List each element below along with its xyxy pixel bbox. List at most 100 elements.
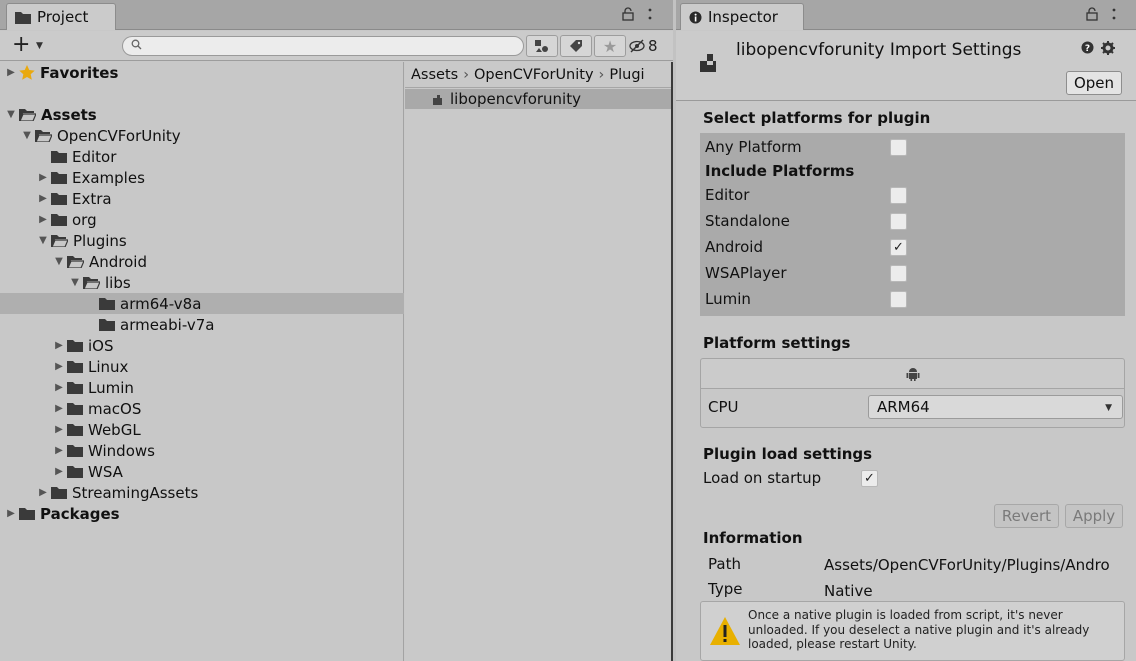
tree-item-webgl[interactable]: ▶ WebGL (0, 419, 404, 440)
tree-item-libs[interactable]: ▼ libs (0, 272, 404, 293)
tree-item-android[interactable]: ▼ Android (0, 251, 404, 272)
tree-item-org[interactable]: ▶ org (0, 209, 404, 230)
folder-icon (15, 11, 31, 24)
platform-checkbox-standalone[interactable] (890, 213, 907, 230)
apply-button[interactable]: Apply (1065, 504, 1123, 528)
tree-item-label: Lumin (88, 378, 134, 397)
tree-item-packages[interactable]: ▶ Packages (0, 503, 404, 524)
expanded-arrow-icon[interactable]: ▼ (53, 256, 65, 267)
tree-item-label: org (72, 210, 97, 229)
hidden-packages-toggle[interactable]: 8 (628, 37, 658, 55)
breadcrumb-item[interactable]: Plugi (609, 67, 644, 83)
folder-icon (99, 318, 115, 331)
collapsed-arrow-icon[interactable]: ▶ (53, 340, 65, 351)
any-platform-row: Any Platform (705, 136, 802, 158)
platform-settings-title: Platform settings (703, 334, 851, 352)
info-icon (689, 11, 702, 23)
tree-item-wsa[interactable]: ▶ WSA (0, 461, 404, 482)
tree-item-opencvforunity[interactable]: ▼ OpenCVForUnity (0, 125, 404, 146)
collapsed-arrow-icon[interactable]: ▶ (37, 172, 49, 183)
folder-icon (67, 465, 83, 478)
path-label: Path (708, 555, 741, 573)
tree-item-windows[interactable]: ▶ Windows (0, 440, 404, 461)
tree-item-assets[interactable]: ▼ Assets (0, 104, 404, 125)
select-platforms-title: Select platforms for plugin (703, 109, 931, 127)
tree-item-label: armeabi-v7a (120, 315, 215, 334)
platform-checkbox-wsaplayer[interactable] (890, 265, 907, 282)
tab-project[interactable]: Project (6, 3, 116, 30)
platform-label: WSAPlayer (705, 264, 787, 282)
project-toolbar: + ▼ ★ 8 (0, 31, 673, 61)
folder-icon (51, 192, 67, 205)
tree-item-arm64-v8a[interactable]: ▶arm64-v8a (0, 293, 404, 314)
expanded-arrow-icon[interactable]: ▼ (69, 277, 81, 288)
platform-label: Standalone (705, 212, 790, 230)
folder-open-icon (19, 108, 36, 121)
help-icon[interactable]: ? (1081, 41, 1094, 55)
tree-item-examples[interactable]: ▶ Examples (0, 167, 404, 188)
any-platform-checkbox[interactable] (890, 139, 907, 156)
platform-checkbox-lumin[interactable] (890, 291, 907, 308)
asset-item-libopencvforunity[interactable]: libopencvforunity (405, 89, 671, 109)
platform-checkbox-android[interactable]: ✓ (890, 239, 907, 256)
breadcrumb-item[interactable]: OpenCVForUnity (474, 67, 594, 83)
collapsed-arrow-icon[interactable]: ▶ (53, 361, 65, 372)
open-button[interactable]: Open (1066, 71, 1122, 95)
breadcrumb-item[interactable]: Assets (411, 67, 458, 83)
collapsed-arrow-icon[interactable]: ▶ (5, 508, 17, 519)
collapsed-arrow-icon[interactable]: ▶ (37, 193, 49, 204)
expanded-arrow-icon[interactable]: ▼ (5, 109, 17, 120)
folder-icon (51, 213, 67, 226)
revert-button[interactable]: Revert (994, 504, 1059, 528)
platform-label: Android (705, 238, 763, 256)
platform-tab-android[interactable] (701, 359, 1124, 389)
collapsed-arrow-icon[interactable]: ▶ (53, 403, 65, 414)
collapsed-arrow-icon[interactable]: ▶ (53, 445, 65, 456)
collapsed-arrow-icon[interactable]: ▶ (37, 487, 49, 498)
load-on-startup-checkbox[interactable]: ✓ (861, 470, 878, 487)
include-platforms-title: Include Platforms (705, 160, 854, 182)
kebab-menu-icon[interactable] (1112, 7, 1116, 21)
platform-checkbox-editor[interactable] (890, 187, 907, 204)
folder-icon (67, 339, 83, 352)
tree-item-ios[interactable]: ▶ iOS (0, 335, 404, 356)
project-folder-tree: ▶Favorites▼Assets▼OpenCVForUnity▶Editor▶… (0, 62, 404, 661)
collapsed-arrow-icon[interactable]: ▶ (37, 214, 49, 225)
tree-item-extra[interactable]: ▶ Extra (0, 188, 404, 209)
create-plus-icon[interactable]: + (12, 34, 30, 56)
gear-icon[interactable] (1101, 41, 1115, 55)
create-dropdown-arrow-icon[interactable]: ▼ (36, 41, 43, 51)
tree-item-macos[interactable]: ▶ macOS (0, 398, 404, 419)
tree-item-label: WSA (88, 462, 123, 481)
tree-item-favorites[interactable]: ▶ Favorites (0, 62, 404, 83)
inspector-title: libopencvforunity Import Settings (736, 40, 1022, 60)
favorites-button[interactable]: ★ (594, 35, 626, 57)
expanded-arrow-icon[interactable]: ▼ (21, 130, 33, 141)
collapsed-arrow-icon[interactable]: ▶ (5, 67, 17, 78)
expanded-arrow-icon[interactable]: ▼ (37, 235, 49, 246)
tree-item-plugins[interactable]: ▼ Plugins (0, 230, 404, 251)
lock-icon[interactable] (622, 7, 634, 21)
folder-icon (19, 507, 35, 520)
tree-item-armeabi-v7a[interactable]: ▶armeabi-v7a (0, 314, 404, 335)
warning-icon (709, 616, 741, 646)
tab-inspector[interactable]: Inspector (680, 3, 804, 30)
tree-item-editor[interactable]: ▶Editor (0, 146, 404, 167)
tree-item-lumin[interactable]: ▶ Lumin (0, 377, 404, 398)
cpu-dropdown[interactable]: ARM64 ▼ (868, 395, 1123, 419)
tree-item-streamingassets[interactable]: ▶ StreamingAssets (0, 482, 404, 503)
search-by-type-button[interactable] (526, 35, 558, 57)
kebab-menu-icon[interactable] (648, 7, 652, 21)
collapsed-arrow-icon[interactable]: ▶ (53, 424, 65, 435)
platform-row-wsaplayer: WSAPlayer (705, 262, 787, 284)
search-input[interactable] (122, 36, 524, 56)
plugin-icon (431, 93, 444, 106)
search-icon (131, 39, 142, 50)
lock-icon[interactable] (1086, 7, 1098, 21)
collapsed-arrow-icon[interactable]: ▶ (53, 466, 65, 477)
collapsed-arrow-icon[interactable]: ▶ (53, 382, 65, 393)
platform-row-lumin: Lumin (705, 288, 751, 310)
search-by-label-button[interactable] (560, 35, 592, 57)
tree-item-linux[interactable]: ▶ Linux (0, 356, 404, 377)
tree-item-label: Extra (72, 189, 112, 208)
